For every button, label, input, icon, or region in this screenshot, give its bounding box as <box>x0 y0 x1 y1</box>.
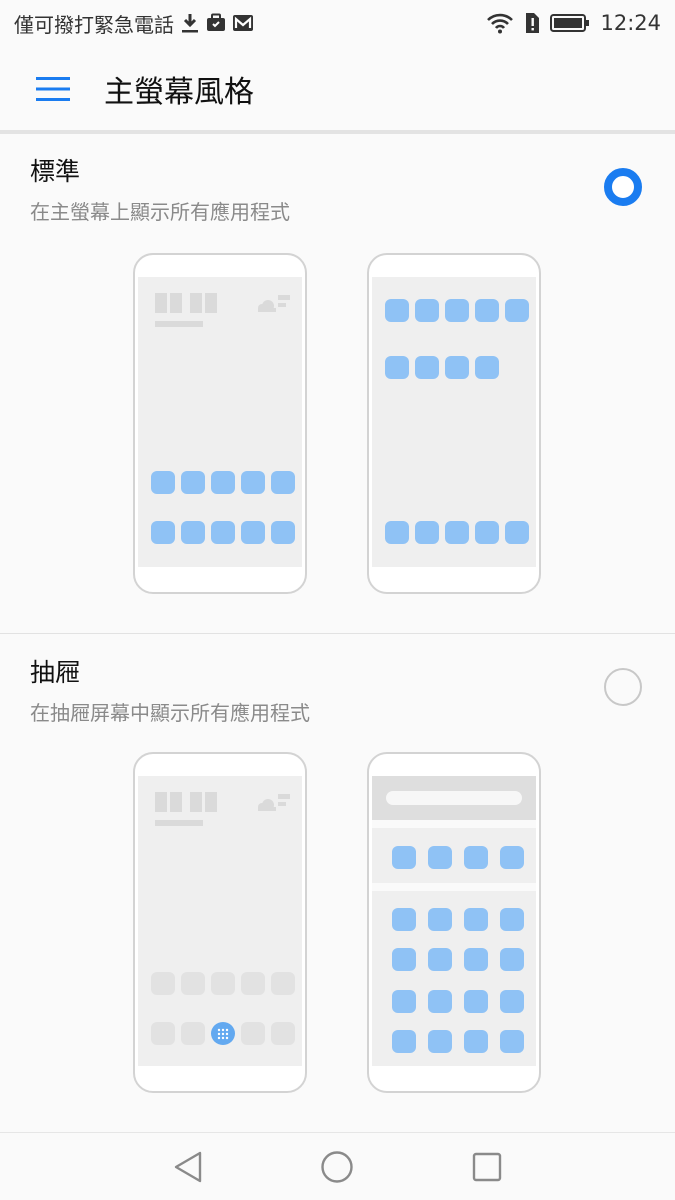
back-button[interactable] <box>170 1149 206 1185</box>
option-drawer[interactable]: 抽屜 在抽屜屏幕中顯示所有應用程式 <box>0 635 675 1132</box>
sim-alert-icon <box>524 12 540 34</box>
recents-icon <box>472 1152 502 1182</box>
search-bar-shape <box>386 791 522 805</box>
app-drawer-icon <box>211 1022 235 1045</box>
app-bar: 主螢幕風格 <box>0 46 675 132</box>
back-icon <box>174 1151 202 1183</box>
preview-drawer-grid <box>367 752 541 1093</box>
option-standard[interactable]: 標準 在主螢幕上顯示所有應用程式 <box>0 134 675 634</box>
preview-drawer-home <box>133 752 307 1093</box>
option-standard-title: 標準 <box>30 157 81 186</box>
home-button[interactable] <box>319 1149 355 1185</box>
clock-time: 12:24 <box>600 11 661 35</box>
battery-icon <box>550 14 590 32</box>
gmail-icon <box>232 14 254 32</box>
menu-button[interactable] <box>26 62 80 116</box>
briefcase-icon <box>206 13 226 33</box>
weather-icon <box>258 295 290 312</box>
section-divider <box>0 633 675 634</box>
page-title: 主螢幕風格 <box>104 75 254 110</box>
menu-icon <box>36 77 70 101</box>
download-icon <box>180 12 200 34</box>
home-icon <box>321 1151 353 1183</box>
preview-standard-home <box>133 253 307 594</box>
option-standard-radio[interactable] <box>604 168 642 206</box>
option-drawer-radio[interactable] <box>604 668 642 706</box>
option-standard-description: 在主螢幕上顯示所有應用程式 <box>30 200 290 224</box>
weather-icon <box>258 794 290 811</box>
option-drawer-title: 抽屜 <box>30 658 81 687</box>
recents-button[interactable] <box>469 1149 505 1185</box>
navigation-bar <box>0 1132 675 1200</box>
preview-standard-apps <box>367 253 541 594</box>
wifi-icon <box>486 12 514 34</box>
carrier-text: 僅可撥打緊急電話 <box>14 12 174 37</box>
option-drawer-description: 在抽屜屏幕中顯示所有應用程式 <box>30 701 310 725</box>
status-bar: 僅可撥打緊急電話 12:24 <box>0 0 675 46</box>
